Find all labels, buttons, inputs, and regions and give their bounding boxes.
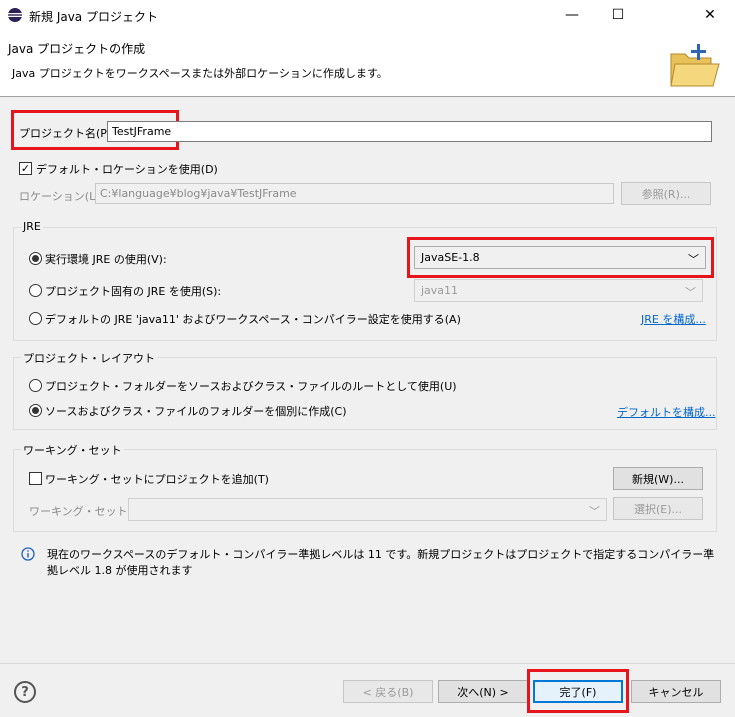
window-title: 新規 Java プロジェクト — [29, 10, 158, 24]
jre-default-radio[interactable] — [29, 312, 42, 325]
new-working-set-button[interactable]: 新規(W)... — [613, 467, 703, 490]
jre-group-title: JRE — [21, 220, 43, 233]
jre-specific-radio[interactable] — [29, 284, 42, 297]
info-icon — [21, 547, 35, 561]
jre-specific-label: プロジェクト固有の JRE を使用(S): — [45, 285, 222, 298]
jre-specific-value: java11 — [421, 284, 459, 297]
location-input[interactable]: C:¥language¥blog¥java¥TestJFrame — [95, 183, 614, 204]
new-folder-icon — [670, 44, 720, 87]
working-set-group-title: ワーキング・セット — [21, 442, 124, 458]
project-layout-group-title: プロジェクト・レイアウト — [21, 350, 157, 366]
info-message: 現在のワークスペースのデフォルト・コンパイラー準拠レベルは 11 です。新規プロ… — [47, 548, 715, 577]
chevron-down-icon: ﹀ — [589, 505, 600, 518]
chevron-down-icon: ﹀ — [685, 286, 696, 299]
layout-single-folder-radio[interactable] — [29, 379, 42, 392]
finish-button[interactable]: 完了(F) — [533, 680, 623, 703]
next-button[interactable]: 次へ(N) > — [438, 680, 528, 703]
layout-separate-folders-label: ソースおよびクラス・ファイルのフォルダーを個別に作成(C) — [45, 405, 347, 418]
jre-env-label: 実行環境 JRE の使用(V): — [45, 253, 167, 266]
page-title: Java プロジェクトの作成 — [8, 42, 146, 56]
maximize-button[interactable]: ☐ — [595, 0, 641, 30]
wizard-header: Java プロジェクトの作成 Java プロジェクトをワークスペースまたは外部ロ… — [0, 30, 735, 97]
default-location-checkbox[interactable]: ✓ — [19, 162, 32, 175]
page-description: Java プロジェクトをワークスペースまたは外部ロケーションに作成します。 — [12, 67, 388, 80]
project-name-label: プロジェクト名(P): — [19, 127, 115, 140]
close-button[interactable]: ✕ — [687, 0, 733, 30]
chevron-down-icon: ﹀ — [688, 253, 699, 266]
footer-separator — [0, 663, 735, 664]
jre-env-radio[interactable] — [29, 252, 42, 265]
default-location-label: デフォルト・ロケーションを使用(D) — [36, 163, 218, 176]
title-bar: 新規 Java プロジェクト — ☐ ✕ — [0, 0, 735, 30]
cancel-button[interactable]: キャンセル — [631, 680, 721, 703]
project-name-input[interactable]: TestJFrame — [107, 121, 712, 142]
select-working-set-button[interactable]: 選択(E)... — [613, 497, 703, 520]
browse-button[interactable]: 参照(R)... — [621, 182, 711, 205]
jre-specific-select[interactable]: java11 ﹀ — [414, 279, 703, 302]
working-sets-select[interactable]: ﹀ — [128, 498, 607, 521]
jre-env-select[interactable]: JavaSE-1.8 ﹀ — [414, 246, 706, 269]
location-label: ロケーション(L): — [19, 190, 104, 203]
add-to-working-set-label: ワーキング・セットにプロジェクトを追加(T) — [45, 473, 269, 486]
layout-separate-folders-radio[interactable] — [29, 404, 42, 417]
minimize-button[interactable]: — — [549, 0, 595, 30]
add-to-working-set-checkbox[interactable] — [29, 472, 42, 485]
configure-default-link[interactable]: デフォルトを構成... — [617, 404, 716, 420]
eclipse-app-icon — [8, 8, 22, 22]
jre-default-label: デフォルトの JRE 'java11' およびワークスペース・コンパイラー設定を… — [45, 313, 461, 326]
configure-jre-link[interactable]: JRE を構成... — [641, 311, 706, 327]
back-button[interactable]: < 戻る(B) — [343, 680, 433, 703]
layout-single-folder-label: プロジェクト・フォルダーをソースおよびクラス・ファイルのルートとして使用(U) — [45, 380, 457, 393]
jre-env-value: JavaSE-1.8 — [421, 251, 480, 264]
help-icon[interactable]: ? — [14, 681, 36, 703]
